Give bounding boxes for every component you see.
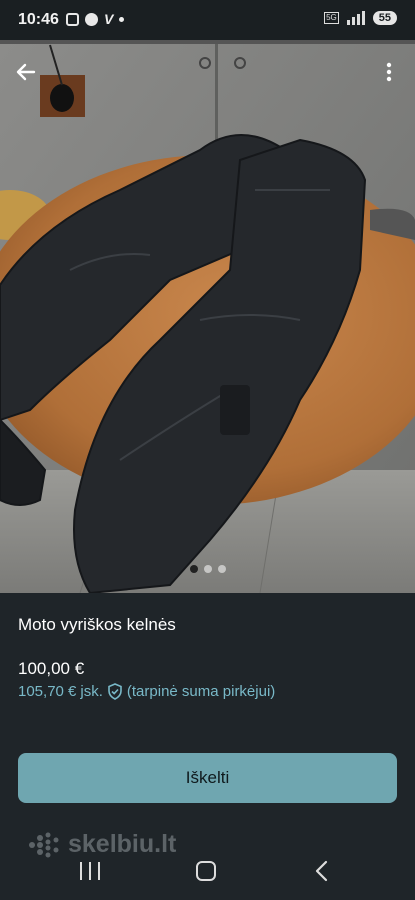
- status-right: 5G 55: [324, 11, 397, 25]
- bump-listing-label: Iškelti: [185, 768, 230, 787]
- facebook-icon: [85, 13, 98, 26]
- arrow-left-icon[interactable]: [12, 58, 40, 86]
- photo-pagination: [0, 565, 415, 573]
- photo-pants-on-table: [0, 40, 415, 593]
- listing-price: 100,00 €: [18, 659, 85, 678]
- buyer-protection-price[interactable]: 105,70 € jsk. (tarpinė suma pirkėjui): [18, 683, 275, 700]
- notification-dot-icon: [119, 17, 125, 22]
- protection-note: (tarpinė suma pirkėjui): [126, 683, 276, 700]
- v-app-icon: V: [104, 11, 114, 27]
- more-vertical-icon[interactable]: [377, 58, 401, 86]
- protected-price-value: 105,70 €: [18, 683, 77, 700]
- pagination-dot[interactable]: [217, 565, 226, 573]
- status-time: 10:46: [18, 11, 59, 28]
- recents-icon[interactable]: [80, 862, 100, 880]
- bump-listing-button[interactable]: Iškelti: [18, 753, 397, 803]
- network-type: 5G: [324, 12, 339, 24]
- listing-title: Moto vyriškos kelnės: [18, 615, 176, 634]
- protected-price-suffix: jsk.: [80, 683, 103, 700]
- signal-icon: [346, 11, 365, 25]
- notification-icons: V: [66, 11, 125, 27]
- listing-photo[interactable]: [0, 40, 415, 593]
- battery-level: 55: [372, 11, 397, 25]
- home-icon[interactable]: [196, 861, 216, 881]
- system-back-icon[interactable]: [313, 860, 331, 882]
- screenshot-icon: [66, 13, 79, 26]
- shield-check-icon: [108, 683, 122, 700]
- status-bar: 10:46 V 5G 55: [0, 0, 415, 40]
- pagination-dot[interactable]: [203, 565, 212, 573]
- pagination-dot[interactable]: [189, 565, 198, 573]
